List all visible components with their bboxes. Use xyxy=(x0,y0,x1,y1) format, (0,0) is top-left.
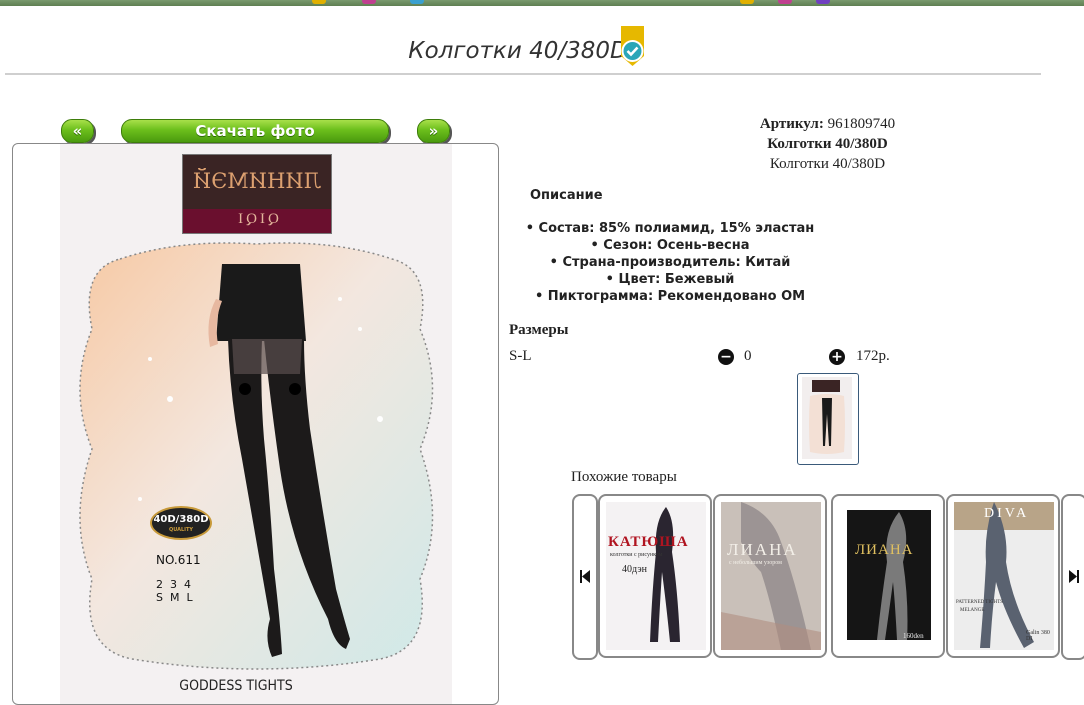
similar-product-image: ЛИАНА с небольшим узором xyxy=(721,502,821,650)
package-illustration xyxy=(79,242,434,670)
package-brand: ЛИНИМЭЙ xyxy=(192,169,322,193)
similar-product-card[interactable]: КАТЮША колготки с рисунком 40дэн xyxy=(598,494,712,658)
package-model: NO.611 xyxy=(156,553,201,567)
description-item: Состав: 85% полиамид, 15% эластан xyxy=(500,220,840,237)
card-den: 160den xyxy=(903,632,924,640)
density-label: 40D/380D xyxy=(153,514,209,525)
package-sizes: 2 3 4 S M L xyxy=(156,578,193,604)
top-bar-decoration xyxy=(778,0,792,4)
card-den: 40дэн xyxy=(622,564,647,575)
title-divider xyxy=(5,73,1041,75)
description-item: Страна-производитель: Китай xyxy=(500,254,840,271)
card-brand: ЛИАНА xyxy=(727,540,798,559)
card-brand: КАТЮША xyxy=(608,534,689,550)
similar-product-art xyxy=(980,502,1034,648)
qty-value[interactable]: 0 xyxy=(744,348,752,365)
top-bar-decoration xyxy=(816,0,830,4)
description-item: Сезон: Осень-весна xyxy=(500,237,840,254)
size-label: S-L xyxy=(509,348,532,364)
card-brand: DIVA xyxy=(984,506,1030,521)
page-title: Колготки 40/380D xyxy=(408,38,628,64)
similar-product-image: DIVA PATTERNED TIGHTS MELANGE Galin 380 … xyxy=(954,502,1054,650)
price: 172р. xyxy=(856,348,890,364)
package-brand-plate: ЛИНИМЭЙ QIQI xyxy=(182,154,332,234)
similar-product-image: КАТЮША колготки с рисунком 40дэн xyxy=(606,502,706,650)
decrease-qty-button[interactable]: − xyxy=(718,349,734,365)
description-item: Цвет: Бежевый xyxy=(500,271,840,288)
verified-badge-icon xyxy=(621,26,644,66)
next-photo-button[interactable]: » xyxy=(417,119,450,143)
quality-label: QUALITY xyxy=(168,527,194,533)
card-sub2: MELANGE xyxy=(960,608,985,613)
top-bar xyxy=(0,0,1084,6)
similar-product-card[interactable]: ЛИАНА с небольшим узором xyxy=(713,494,827,658)
similar-product-card[interactable]: ЛИАНА 160den xyxy=(831,494,945,658)
size-num: 3 xyxy=(170,578,177,591)
card-den: Galin 380 DI xyxy=(1026,630,1050,642)
skip-back-icon xyxy=(580,570,590,583)
density-badge: 40D/380D QUALITY xyxy=(150,506,212,540)
package-footer: GODDESS TIGHTS xyxy=(179,678,293,694)
prev-photo-button[interactable]: « xyxy=(61,119,94,143)
increase-qty-button[interactable]: + xyxy=(829,349,845,365)
article-value: 961809740 xyxy=(827,116,896,132)
card-sub: с небольшим узором xyxy=(729,560,782,566)
similar-product-art xyxy=(721,502,821,650)
product-photo[interactable]: ЛИНИМЭЙ QIQI 40D/380D QUALITY NO.611 2 3… xyxy=(60,144,452,704)
article-label: Артикул: xyxy=(759,116,824,132)
card-sub: колготки с рисунком xyxy=(610,552,663,558)
product-name-bold: Колготки 40/380D xyxy=(767,136,888,152)
size-letter: M xyxy=(169,591,180,604)
similar-next-button[interactable] xyxy=(1061,494,1084,660)
size-num: 4 xyxy=(184,578,191,591)
description-item: Пиктограмма: Рекомендовано ОМ xyxy=(500,288,840,305)
product-name: Колготки 40/380D xyxy=(769,156,886,172)
selected-thumbnail[interactable] xyxy=(797,373,859,465)
download-photo-button[interactable]: Скачать фото xyxy=(121,119,389,143)
size-row: S-L − 0 + 172р. xyxy=(509,348,909,368)
top-bar-decoration xyxy=(740,0,754,4)
package-brand-sub: QIQI xyxy=(235,211,279,227)
similar-product-card[interactable]: DIVA PATTERNED TIGHTS MELANGE Galin 380 … xyxy=(946,494,1060,658)
size-num: 2 xyxy=(156,578,163,591)
description-list: Состав: 85% полиамид, 15% эластан Сезон:… xyxy=(500,220,840,305)
article-line: Артикул: 961809740 xyxy=(600,116,1055,133)
size-letter: S xyxy=(156,591,163,604)
card-brand: ЛИАНА xyxy=(855,542,914,558)
similar-product-image: ЛИАНА 160den xyxy=(839,502,939,650)
product-photo-frame: ЛИНИМЭЙ QIQI 40D/380D QUALITY NO.611 2 3… xyxy=(12,143,499,705)
sizes-title: Размеры xyxy=(509,322,569,338)
top-bar-decoration xyxy=(362,0,376,4)
similar-title: Похожие товары xyxy=(571,469,677,485)
similar-product-art xyxy=(877,512,908,640)
top-bar-decoration xyxy=(312,0,326,4)
description-title: Описание xyxy=(530,188,603,203)
similar-product-art xyxy=(650,507,680,642)
thumbnail-image xyxy=(802,377,852,459)
similar-prev-button[interactable] xyxy=(572,494,598,660)
skip-forward-icon xyxy=(1069,570,1079,583)
top-bar-decoration xyxy=(410,0,424,4)
size-letter: L xyxy=(186,591,193,604)
card-sub: PATTERNED TIGHTS xyxy=(956,600,1004,605)
